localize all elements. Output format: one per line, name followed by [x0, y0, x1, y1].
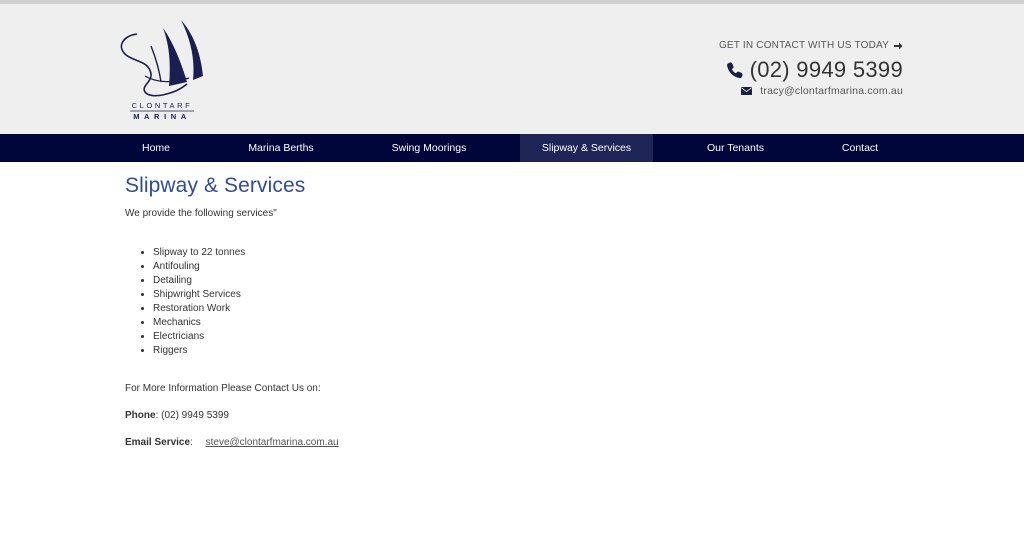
phone-icon [726, 62, 743, 79]
nav-item-home[interactable]: Home [92, 134, 220, 162]
intro-text: We provide the following services" [125, 208, 277, 219]
nav-item-our-tenants[interactable]: Our Tenants [653, 134, 818, 162]
list-item: Shipwright Services [153, 288, 725, 302]
list-item: Electricians [153, 330, 725, 344]
nav-item-marina-berths[interactable]: Marina Berths [220, 134, 342, 162]
arrow-right-icon [894, 42, 903, 49]
contact-cta[interactable]: GET IN CONTACT WITH US TODAY [719, 40, 903, 51]
list-item: Detailing [153, 274, 725, 288]
contact-cta-label[interactable]: GET IN CONTACT WITH US TODAY [719, 40, 889, 51]
contact-email-line: Email Service: steve@clontarfmarina.com.… [125, 437, 725, 448]
main-content: Slipway & Services We provide the follow… [125, 174, 725, 448]
clontarf-marina-logo[interactable]: CLONTARF MARINA [115, 16, 210, 124]
list-item: Mechanics [153, 316, 725, 330]
email-service-link[interactable]: steve@clontarfmarina.com.au [206, 437, 339, 448]
site-header: CLONTARF MARINA GET IN CONTACT WITH US T… [0, 4, 1024, 134]
header-email[interactable]: tracy@clontarfmarina.com.au [719, 85, 903, 97]
list-item: Riggers [153, 344, 725, 358]
email-colon: : [190, 437, 193, 448]
logo-text-line2: MARINA [133, 112, 191, 121]
email-label: Email Service [125, 437, 191, 448]
header-phone[interactable]: (02) 9949 5399 [719, 57, 903, 83]
nav-item-slipway-services[interactable]: Slipway & Services [520, 134, 653, 162]
header-contact: GET IN CONTACT WITH US TODAY (02) 9949 5… [719, 40, 903, 97]
list-item: Restoration Work [153, 302, 725, 316]
list-item: Slipway to 22 tonnes [153, 246, 725, 260]
list-item: Antifouling [153, 260, 725, 274]
contact-phone-line: Phone: (02) 9949 5399 [125, 410, 725, 421]
logo-text-line1: CLONTARF [132, 101, 193, 110]
page-title: Slipway & Services [125, 174, 306, 197]
header-phone-number[interactable]: (02) 9949 5399 [750, 57, 903, 83]
nav-item-contact[interactable]: Contact [818, 134, 902, 162]
main-nav: Home Marina Berths Swing Moorings Slipwa… [0, 134, 1024, 162]
services-list: Slipway to 22 tonnes Antifouling Detaili… [125, 246, 725, 358]
envelope-icon [741, 87, 753, 95]
header-email-link[interactable]: tracy@clontarfmarina.com.au [760, 85, 903, 97]
nav-item-swing-moorings[interactable]: Swing Moorings [342, 134, 516, 162]
phone-value: : (02) 9949 5399 [155, 410, 229, 421]
more-info-text: For More Information Please Contact Us o… [125, 383, 321, 394]
phone-label: Phone [125, 410, 156, 421]
